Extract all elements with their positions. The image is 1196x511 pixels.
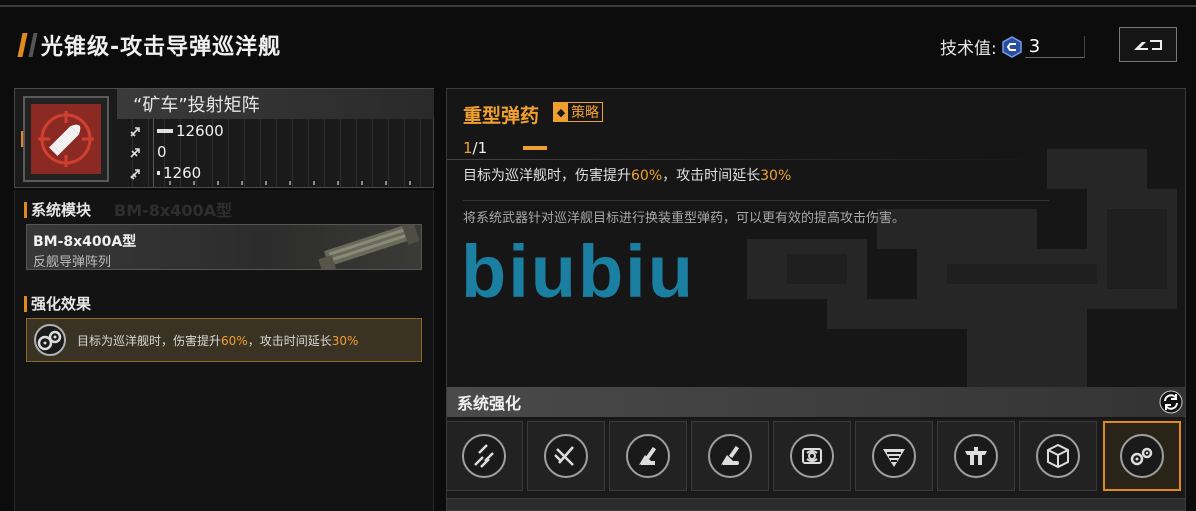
tech-label: 技术值: [940, 39, 997, 59]
stats-tick-ruler [169, 181, 433, 185]
strategy-icon: ◆ [554, 103, 568, 121]
tech-value: 3 [1024, 35, 1085, 58]
stat-value-firepower: 12600 [176, 122, 224, 140]
slot-icon-ring [462, 434, 506, 478]
module-section-label: 系统模块 [24, 199, 91, 220]
tech-points-icon [1001, 35, 1022, 58]
missile-shell-icon [38, 111, 94, 167]
weapon-icon-background [31, 104, 101, 174]
level-current: 1 [463, 139, 473, 157]
module-ghost-text: BM-8x400A型 [114, 201, 232, 220]
back-arrow-icon [1134, 39, 1162, 50]
missile-salvo-icon [474, 444, 494, 468]
slot-armor-cube[interactable] [1019, 421, 1097, 491]
effect-section-title: 强化效果 [31, 295, 92, 313]
launcher-alt-icon [721, 445, 740, 465]
skill-level: 1/1 [463, 139, 548, 157]
stat-value-siege: 1260 [163, 164, 202, 182]
desc-percent-a: 60% [631, 168, 663, 184]
slots-footer-bar [447, 498, 1185, 510]
slot-icon-ring [544, 434, 588, 478]
biubiu-watermark: biubiu [461, 237, 695, 307]
section-accent-bar [24, 295, 27, 312]
level-progress-bar [523, 146, 548, 150]
armor-cube-icon [1047, 443, 1069, 469]
effect-percent-b: 30% [331, 333, 359, 348]
title-accent-mark-secondary [28, 33, 38, 57]
slot-launcher-b[interactable] [691, 421, 769, 491]
section-accent-bar [24, 201, 27, 218]
slot-icon-ring [790, 434, 834, 478]
description-divider [463, 200, 1049, 201]
effect-percent-a: 60% [221, 333, 248, 348]
detail-panel: 重型弹药 ◆ 策略 1/1 目标为巡洋舰时，伤害提升60%，攻击时间延长30% … [446, 88, 1186, 511]
system-enhance-slots: ‹ [447, 419, 1185, 510]
turret-emblem-icon [965, 447, 987, 465]
tech-value-display: 技术值: 3 [940, 34, 1085, 59]
back-button[interactable] [1119, 27, 1177, 62]
firepower-icon [130, 127, 140, 137]
module-name: BM-8x400A型 [33, 234, 137, 250]
heavy-ammo-icon [34, 324, 66, 356]
slot-icon-ring [1120, 434, 1164, 478]
heavy-ammo-slot-icon [1130, 447, 1153, 466]
slot-radar-module[interactable] [773, 421, 851, 491]
shield-emblem-icon [883, 449, 905, 467]
weapon-icon-frame [23, 96, 109, 182]
stat-row-firepower: 12600 [117, 121, 224, 141]
slot-missile-salvo[interactable] [447, 421, 523, 491]
siege-icon [130, 169, 140, 180]
watermark-text: biubiu [461, 237, 695, 307]
slot-missile-pair[interactable] [527, 421, 605, 491]
missile-pair-icon [554, 446, 574, 466]
slot-icon-ring [708, 434, 752, 478]
slot-icon-ring [1036, 434, 1080, 478]
skill-category-tag: ◆ 策略 [553, 102, 603, 122]
antiair-icon [130, 148, 140, 158]
launcher-icon [639, 446, 657, 465]
refresh-icon [1159, 390, 1183, 414]
slot-shield-emblem[interactable] [855, 421, 933, 491]
slot-icon-ring [626, 434, 670, 478]
slot-heavy-ammo[interactable] [1103, 421, 1181, 491]
title-accent-mark [17, 33, 28, 57]
page-title: 光锥级-攻击导弹巡洋舰 [17, 30, 282, 60]
page-title-text: 光锥级-攻击导弹巡洋舰 [41, 35, 282, 60]
slot-icon-ring [954, 434, 998, 478]
module-subtitle: 反舰导弹阵列 [33, 255, 112, 270]
module-section-title: 系统模块 [31, 201, 92, 219]
weapon-card[interactable]: “矿车”投射矩阵 12600 0 1260 [14, 88, 434, 188]
skill-tag-label: 策略 [571, 105, 599, 121]
weapon-name: “矿车”投射矩阵 [117, 89, 434, 119]
radar-module-icon [802, 448, 822, 464]
missile-array-art [318, 225, 420, 269]
stat-value-antiair: 0 [157, 143, 167, 161]
skill-name: 重型弹药 [463, 105, 540, 127]
effect-text-a: 目标为巡洋舰时，伤害提升 [77, 333, 222, 348]
top-divider [0, 5, 1196, 7]
enhancement-effect-card: 目标为巡洋舰时，伤害提升60%，攻击时间延长30% [26, 318, 422, 362]
refresh-button[interactable] [1159, 390, 1183, 414]
slot-launcher-a[interactable] [609, 421, 687, 491]
stat-bar-firepower [157, 129, 173, 133]
slot-icon-ring [872, 434, 916, 478]
weapon-stats: 12600 0 1260 [117, 119, 434, 187]
slot-turret-emblem[interactable] [937, 421, 1015, 491]
desc-text-a: 目标为巡洋舰时，伤害提升 [463, 168, 631, 184]
desc-percent-b: 30% [760, 168, 792, 184]
stat-row-siege: 1260 [117, 163, 201, 183]
stat-row-antiair: 0 [117, 142, 167, 162]
system-enhance-header: 系统强化 [447, 387, 1185, 417]
skill-effect-description: 目标为巡洋舰时，伤害提升60%，攻击时间延长30% [463, 165, 791, 185]
level-max: 1 [477, 139, 488, 157]
system-module-card[interactable]: BM-8x400A型 反舰导弹阵列 [26, 224, 422, 270]
desc-text-b: ，攻击时间延长 [662, 168, 761, 184]
effect-section-label: 强化效果 [24, 293, 91, 314]
level-divider [447, 159, 1047, 160]
effect-description: 目标为巡洋舰时，伤害提升60%，攻击时间延长30% [77, 332, 358, 349]
stat-bar-siege [157, 171, 160, 175]
effect-text-b: ，攻击时间延长 [247, 333, 332, 348]
system-enhance-title: 系统强化 [457, 394, 522, 413]
skill-flavor-text: 将系统武器针对巡洋舰目标进行换装重型弹药，可以更有效的提高攻击伤害。 [463, 211, 906, 226]
